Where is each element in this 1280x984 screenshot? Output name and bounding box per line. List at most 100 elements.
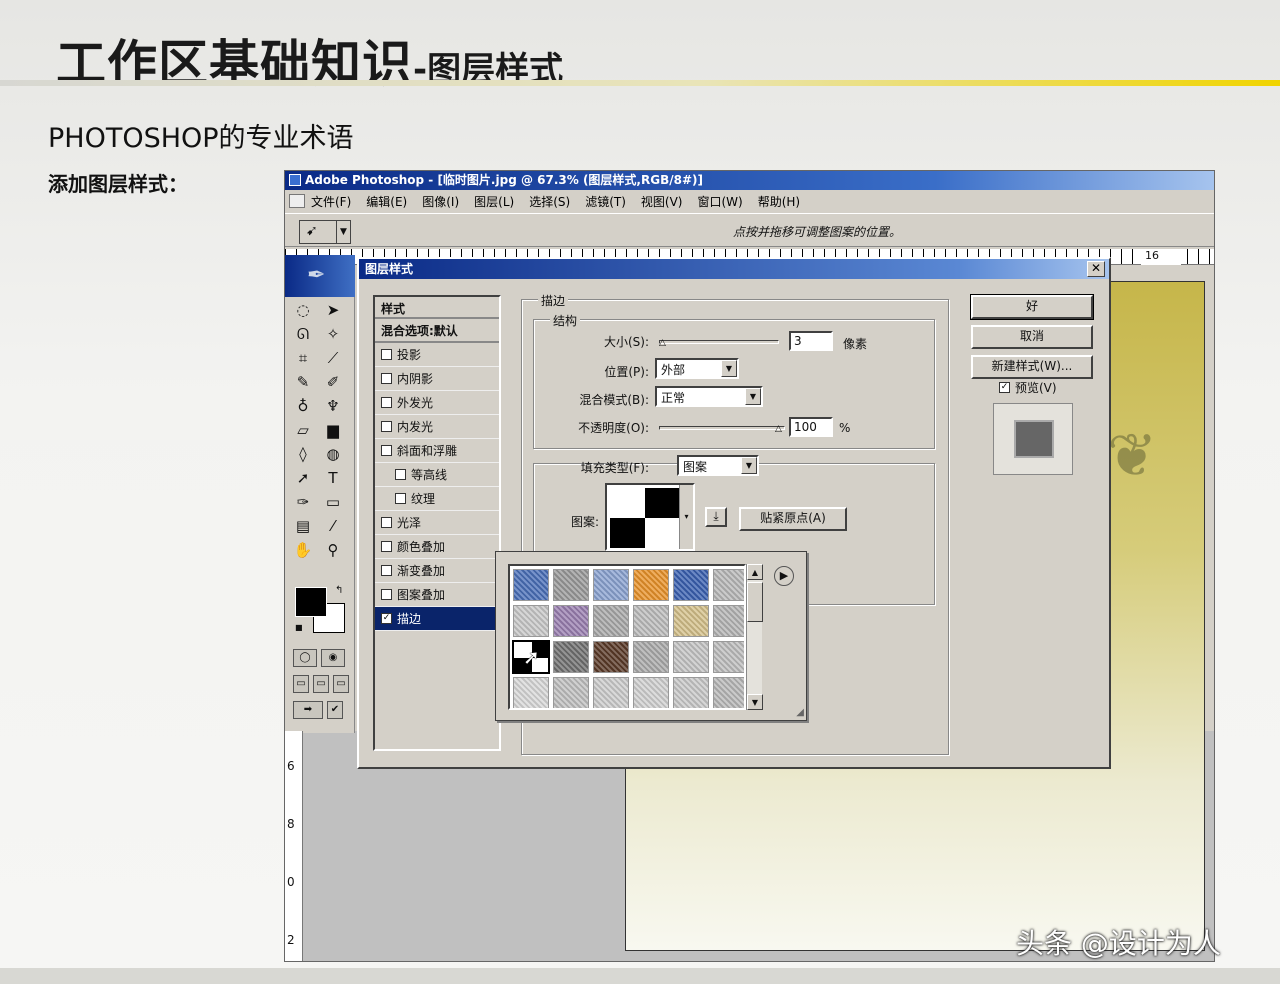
crop-tool-icon[interactable]: ⌗ bbox=[291, 347, 315, 369]
pattern-swatch-item[interactable] bbox=[553, 641, 589, 673]
position-select[interactable]: 外部 ▼ bbox=[655, 358, 739, 379]
close-icon[interactable]: ✕ bbox=[1087, 261, 1105, 277]
opacity-slider-thumb[interactable]: △ bbox=[775, 424, 782, 434]
style-item-inner-glow[interactable]: 内发光 bbox=[375, 415, 499, 439]
blur-tool-icon[interactable]: ◊ bbox=[291, 443, 315, 465]
checkbox[interactable] bbox=[381, 541, 392, 552]
fill-type-select[interactable]: 图案 ▼ bbox=[677, 455, 759, 476]
style-item-pattern-overlay[interactable]: 图案叠加 bbox=[375, 583, 499, 607]
checkbox[interactable] bbox=[395, 469, 406, 480]
scroll-thumb[interactable] bbox=[747, 582, 763, 622]
path-selection-tool-icon[interactable]: ➚ bbox=[291, 467, 315, 489]
check-icon[interactable]: ✔ bbox=[327, 701, 343, 719]
standard-mode-icon[interactable]: ◯ bbox=[293, 649, 317, 667]
style-item-outer-glow[interactable]: 外发光 bbox=[375, 391, 499, 415]
checkbox[interactable] bbox=[381, 421, 392, 432]
screen-mode-standard-icon[interactable]: ▭ bbox=[293, 675, 309, 693]
blending-options-item[interactable]: 混合选项:默认 bbox=[375, 319, 499, 343]
checkbox[interactable] bbox=[381, 445, 392, 456]
type-tool-icon[interactable]: T bbox=[321, 467, 345, 489]
size-slider[interactable] bbox=[659, 340, 779, 344]
chevron-down-icon[interactable]: ▾ bbox=[679, 485, 693, 549]
screen-mode-menu-icon[interactable]: ▭ bbox=[313, 675, 329, 693]
checkbox[interactable] bbox=[381, 565, 392, 576]
checkbox-checked[interactable]: ✓ bbox=[381, 613, 392, 624]
pattern-swatch-item[interactable] bbox=[633, 569, 669, 601]
ok-button[interactable]: 好 bbox=[970, 294, 1094, 320]
pattern-swatch-item[interactable] bbox=[633, 605, 669, 637]
styles-header[interactable]: 样式 bbox=[375, 297, 499, 319]
zoom-tool-icon[interactable]: ⚲ bbox=[321, 539, 345, 561]
menu-layer[interactable]: 图层(L) bbox=[474, 193, 514, 210]
marquee-tool-icon[interactable]: ◌ bbox=[291, 299, 315, 321]
checkbox[interactable] bbox=[381, 589, 392, 600]
eraser-tool-icon[interactable]: ▱ bbox=[291, 419, 315, 441]
history-brush-tool-icon[interactable]: ♆ bbox=[321, 395, 345, 417]
dodge-tool-icon[interactable]: ◍ bbox=[321, 443, 345, 465]
style-item-color-overlay[interactable]: 颜色叠加 bbox=[375, 535, 499, 559]
slice-tool-icon[interactable]: ⟋ bbox=[321, 347, 345, 369]
pattern-swatch-item[interactable] bbox=[553, 569, 589, 601]
checkbox[interactable] bbox=[381, 373, 392, 384]
menu-filter[interactable]: 滤镜(T) bbox=[585, 193, 626, 210]
pattern-swatch-item[interactable] bbox=[713, 569, 744, 601]
menu-view[interactable]: 视图(V) bbox=[641, 193, 683, 210]
quick-mask-icon[interactable]: ◉ bbox=[321, 649, 345, 667]
pattern-swatch[interactable]: ▾ bbox=[605, 483, 695, 551]
move-tool-icon[interactable]: ➤ bbox=[321, 299, 345, 321]
style-item-bevel-emboss[interactable]: 斜面和浮雕 bbox=[375, 439, 499, 463]
pattern-swatch-item[interactable] bbox=[713, 677, 744, 708]
size-slider-thumb[interactable]: △ bbox=[659, 338, 666, 348]
pattern-swatch-item[interactable] bbox=[633, 641, 669, 673]
style-item-satin[interactable]: 光泽 bbox=[375, 511, 499, 535]
style-item-stroke[interactable]: ✓ 描边 bbox=[375, 607, 499, 631]
style-item-contour[interactable]: 等高线 bbox=[375, 463, 499, 487]
pattern-swatch-item[interactable] bbox=[673, 569, 709, 601]
shape-tool-icon[interactable]: ▭ bbox=[321, 491, 345, 513]
style-item-texture[interactable]: 纹理 bbox=[375, 487, 499, 511]
chevron-down-icon[interactable]: ▼ bbox=[336, 221, 350, 243]
pattern-scrollbar[interactable]: ▲ ▼ bbox=[746, 564, 763, 710]
brush-tool-icon[interactable]: ✐ bbox=[321, 371, 345, 393]
imageready-jump-icon[interactable]: ➡ bbox=[293, 701, 323, 719]
gradient-tool-icon[interactable]: ▆ bbox=[321, 419, 345, 441]
snap-origin-button[interactable]: 贴紧原点(A) bbox=[739, 507, 847, 531]
pattern-swatch-item[interactable] bbox=[553, 677, 589, 708]
menu-file[interactable]: 文件(F) bbox=[311, 193, 351, 210]
menu-image[interactable]: 图像(I) bbox=[422, 193, 459, 210]
pattern-swatch-item[interactable] bbox=[593, 569, 629, 601]
new-preset-icon[interactable]: ⤓ bbox=[705, 507, 727, 527]
picker-menu-icon[interactable]: ▶ bbox=[774, 566, 794, 586]
checkbox[interactable] bbox=[395, 493, 406, 504]
hand-tool-icon[interactable]: ✋ bbox=[291, 539, 315, 561]
pattern-swatch-item[interactable] bbox=[673, 677, 709, 708]
checkbox[interactable] bbox=[381, 349, 392, 360]
pattern-swatch-item[interactable] bbox=[513, 677, 549, 708]
menu-edit[interactable]: 编辑(E) bbox=[366, 193, 407, 210]
pattern-swatch-item[interactable] bbox=[713, 641, 744, 673]
resize-grip-icon[interactable]: ◢ bbox=[796, 707, 804, 718]
menu-select[interactable]: 选择(S) bbox=[529, 193, 570, 210]
style-item-drop-shadow[interactable]: 投影 bbox=[375, 343, 499, 367]
swap-colors-icon[interactable]: ↰ bbox=[335, 585, 343, 596]
opacity-slider[interactable] bbox=[659, 426, 785, 430]
pattern-swatch-item[interactable] bbox=[673, 641, 709, 673]
new-style-button[interactable]: 新建样式(W)... bbox=[971, 355, 1093, 379]
pen-tool-icon[interactable]: ✑ bbox=[291, 491, 315, 513]
eyedropper-tool-icon[interactable]: ⁄ bbox=[321, 515, 345, 537]
magic-wand-tool-icon[interactable]: ✧ bbox=[321, 323, 345, 345]
pattern-swatch-item[interactable] bbox=[593, 641, 629, 673]
lasso-tool-icon[interactable]: ᘏ bbox=[291, 323, 315, 345]
scroll-down-icon[interactable]: ▼ bbox=[747, 694, 763, 710]
blend-mode-select[interactable]: 正常 ▼ bbox=[655, 386, 763, 407]
document-icon[interactable] bbox=[289, 194, 305, 208]
screen-mode-full-icon[interactable]: ▭ bbox=[333, 675, 349, 693]
tool-preset-picker[interactable]: ➹ ▼ bbox=[299, 220, 351, 244]
pattern-swatch-item[interactable] bbox=[553, 605, 589, 637]
preview-checkbox[interactable]: ✓ bbox=[999, 382, 1010, 393]
style-item-gradient-overlay[interactable]: 渐变叠加 bbox=[375, 559, 499, 583]
notes-tool-icon[interactable]: ▤ bbox=[291, 515, 315, 537]
preview-toggle[interactable]: ✓ 预览(V) bbox=[999, 379, 1057, 396]
scroll-up-icon[interactable]: ▲ bbox=[747, 564, 763, 580]
pattern-swatch-item[interactable] bbox=[593, 605, 629, 637]
